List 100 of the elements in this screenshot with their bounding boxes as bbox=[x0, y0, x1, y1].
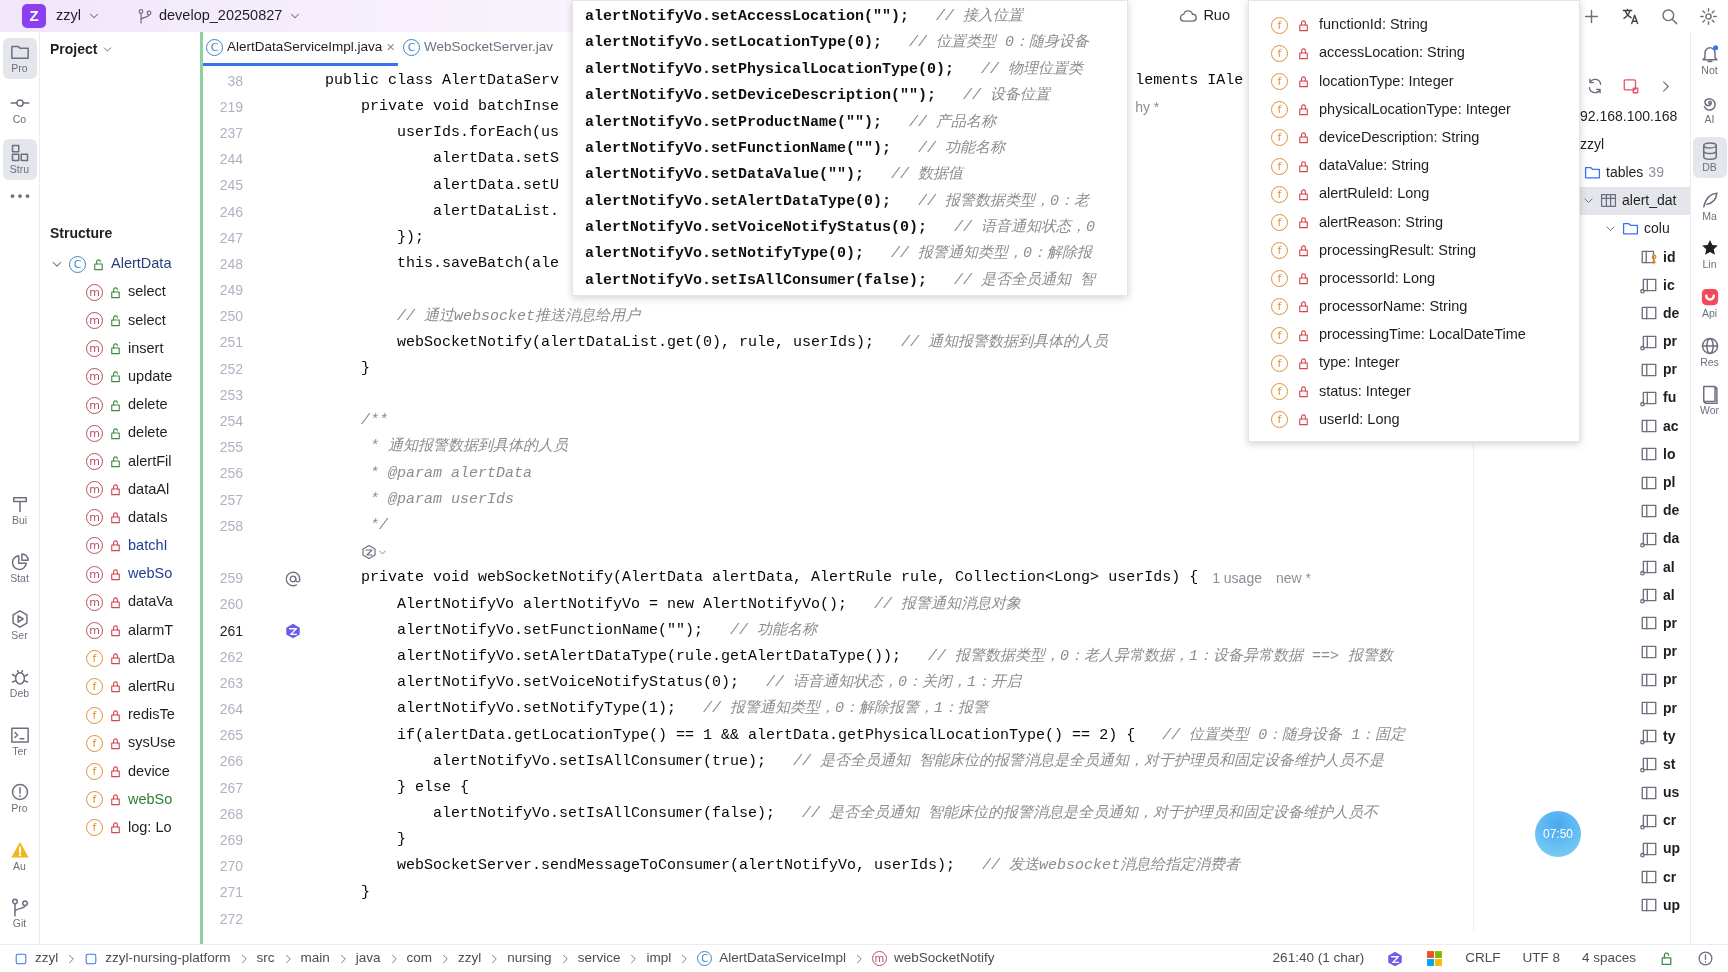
breadcrumb-link[interactable]: zzyl-nursing-platform bbox=[105, 948, 231, 969]
db-tree-row[interactable]: alert_dat bbox=[1580, 186, 1690, 215]
problems-icon[interactable] bbox=[1697, 950, 1714, 967]
editor-tab[interactable]: C AlertDataServiceImpl.java × bbox=[203, 32, 399, 66]
breadcrumb-link[interactable]: webSocketNotify bbox=[893, 948, 995, 969]
breadcrumb-link[interactable]: nursing bbox=[507, 948, 552, 969]
panel-title[interactable]: Project bbox=[50, 38, 98, 60]
tree-item[interactable]: log: Lo bbox=[128, 816, 172, 839]
tree-item[interactable]: alertRu bbox=[128, 676, 175, 698]
breadcrumb-link[interactable]: java bbox=[355, 948, 381, 969]
run-config-selector[interactable]: Ruo bbox=[1203, 5, 1230, 27]
tool-window-button[interactable]: Lin bbox=[1692, 234, 1727, 275]
hexagon-icon[interactable] bbox=[284, 622, 302, 641]
tree-item[interactable]: update bbox=[128, 365, 173, 388]
field-item[interactable]: processorId: Long bbox=[1319, 267, 1436, 290]
breadcrumb-link[interactable]: zzyl bbox=[458, 948, 482, 969]
tool-window-button[interactable]: Stat bbox=[2, 547, 37, 589]
tool-window-button[interactable]: Wor bbox=[1692, 380, 1727, 421]
tool-window-button[interactable]: Pro bbox=[2, 38, 37, 79]
field-item[interactable]: userId: Long bbox=[1319, 408, 1400, 431]
db-tree-item[interactable]: ty bbox=[1663, 725, 1676, 747]
field-item[interactable]: alertRuleId: Long bbox=[1319, 183, 1430, 206]
db-tree-item[interactable]: cr bbox=[1663, 866, 1677, 888]
tree-item[interactable]: select bbox=[128, 281, 166, 304]
editor-tab[interactable]: C WebSocketServer.jav bbox=[400, 32, 556, 66]
tree-item[interactable]: batchI bbox=[128, 535, 168, 557]
breadcrumb-link[interactable]: service bbox=[577, 948, 621, 969]
tree-item[interactable]: alertFil bbox=[128, 450, 172, 473]
cursor-position[interactable]: 261:40 (1 char) bbox=[1272, 948, 1365, 969]
tree-item[interactable]: webSo bbox=[128, 788, 173, 811]
tool-window-button[interactable]: Au bbox=[2, 835, 37, 877]
breadcrumb-link[interactable]: src bbox=[256, 948, 275, 969]
db-tree-item[interactable]: pr bbox=[1663, 359, 1677, 381]
tree-item[interactable]: AlertData bbox=[111, 253, 172, 275]
tool-window-button[interactable]: Bui bbox=[2, 490, 37, 531]
at-sign-icon[interactable] bbox=[284, 569, 302, 588]
field-item[interactable]: accessLocation: String bbox=[1319, 42, 1465, 65]
field-item[interactable]: processingResult: String bbox=[1319, 239, 1477, 262]
field-item[interactable]: functionId: String bbox=[1319, 14, 1428, 36]
tool-window-button[interactable]: DB bbox=[1692, 137, 1727, 178]
refresh-icon[interactable] bbox=[1586, 77, 1604, 95]
field-item[interactable]: processorName: String bbox=[1319, 296, 1468, 318]
tool-window-button[interactable]: Git bbox=[2, 893, 37, 934]
plug-icon[interactable] bbox=[1622, 77, 1640, 95]
breadcrumb-link[interactable]: main bbox=[300, 948, 330, 969]
db-tree-item[interactable]: al bbox=[1663, 584, 1675, 606]
tool-window-button[interactable]: Stru bbox=[2, 139, 37, 180]
tree-item[interactable]: dataAl bbox=[128, 478, 170, 501]
tool-window-button[interactable]: Ser bbox=[2, 605, 37, 647]
field-item[interactable]: deviceDescription: String bbox=[1319, 126, 1480, 149]
db-tree-item[interactable]: al bbox=[1663, 556, 1675, 578]
settings-icon[interactable] bbox=[1699, 6, 1718, 26]
field-item[interactable]: status: Integer bbox=[1319, 380, 1411, 403]
breadcrumb-link[interactable]: impl bbox=[646, 948, 672, 969]
db-tree-item[interactable]: de bbox=[1663, 500, 1680, 522]
branch-selector[interactable]: develop_20250827 bbox=[159, 5, 283, 27]
db-tree-item[interactable]: pr bbox=[1663, 612, 1677, 634]
four-squares-icon[interactable] bbox=[1426, 950, 1444, 967]
db-tree-item[interactable]: tables bbox=[1606, 161, 1644, 183]
breadcrumb-link[interactable]: zzyl bbox=[35, 948, 59, 969]
db-tree-item[interactable]: da bbox=[1663, 528, 1680, 550]
db-tree-item[interactable]: st bbox=[1663, 753, 1676, 775]
indent-setting[interactable]: 4 spaces bbox=[1581, 948, 1636, 969]
tree-item[interactable]: alarmT bbox=[128, 619, 174, 642]
tool-window-button[interactable]: Not bbox=[1692, 40, 1727, 81]
tree-item[interactable]: select bbox=[128, 309, 166, 332]
db-tree-item[interactable]: fu bbox=[1663, 387, 1677, 409]
tree-item[interactable]: insert bbox=[128, 337, 164, 360]
tool-window-button[interactable]: Ma bbox=[1692, 185, 1727, 227]
db-tree-item[interactable]: pr bbox=[1663, 697, 1677, 719]
db-tree-item[interactable]: pr bbox=[1663, 669, 1677, 691]
field-item[interactable]: physicalLocationType: Integer bbox=[1319, 98, 1511, 121]
db-tree-item[interactable]: colu bbox=[1644, 218, 1670, 240]
tree-item[interactable]: dataVa bbox=[128, 591, 173, 614]
db-tree-item[interactable]: pl bbox=[1663, 472, 1676, 494]
db-tree-item[interactable]: ic bbox=[1663, 274, 1675, 296]
tool-window-button[interactable]: AI bbox=[1692, 88, 1727, 130]
field-item[interactable]: locationType: Integer bbox=[1319, 70, 1454, 93]
tool-window-button[interactable]: Deb bbox=[2, 663, 37, 704]
translate-icon[interactable] bbox=[1621, 6, 1640, 26]
cloud-icon[interactable] bbox=[1179, 7, 1198, 25]
file-encoding[interactable]: UTF 8 bbox=[1522, 948, 1560, 969]
tool-window-button[interactable]: Co bbox=[2, 88, 37, 130]
db-tree-item[interactable]: cr bbox=[1663, 810, 1677, 832]
tool-window-button[interactable]: Res bbox=[1692, 331, 1727, 373]
breadcrumb-link[interactable]: com bbox=[406, 948, 433, 969]
project-selector[interactable]: zzyl bbox=[56, 5, 81, 27]
db-tree-item[interactable]: de bbox=[1663, 302, 1680, 324]
tree-item[interactable]: dataIs bbox=[128, 506, 168, 529]
field-item[interactable]: processingTime: LocalDateTime bbox=[1319, 324, 1526, 347]
db-tree-item[interactable]: up bbox=[1663, 838, 1681, 860]
tool-window-button[interactable]: Pro bbox=[2, 778, 37, 819]
project-logo[interactable]: Z bbox=[22, 4, 46, 28]
db-tree-item[interactable]: id bbox=[1663, 246, 1676, 268]
tree-item[interactable]: webSo bbox=[128, 563, 173, 586]
tree-item[interactable]: delete bbox=[128, 394, 168, 416]
tree-item[interactable]: redisTe bbox=[128, 704, 175, 726]
db-tree-item[interactable]: pr bbox=[1663, 331, 1677, 353]
field-item[interactable]: type: Integer bbox=[1319, 352, 1400, 375]
tree-item[interactable]: device bbox=[128, 760, 170, 783]
